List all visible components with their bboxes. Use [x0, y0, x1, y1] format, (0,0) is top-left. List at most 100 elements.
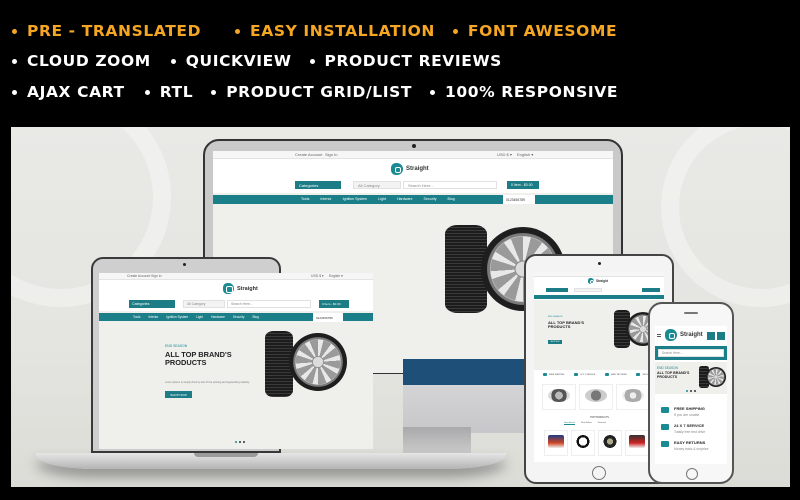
truck-icon — [542, 373, 547, 376]
feature-row-1: PRE - TRANSLATED EASY INSTALLATION FONT … — [12, 21, 617, 41]
hero-eyebrow: END SEASON — [657, 366, 678, 370]
site-logo[interactable]: Straight — [391, 163, 429, 175]
nav-tools[interactable]: Tools — [301, 197, 309, 201]
create-account-link[interactable]: Create Account — [295, 152, 322, 157]
logo-icon — [391, 163, 403, 175]
cart-button[interactable]: 0 Item - $0.00 — [507, 181, 539, 189]
categories-button[interactable]: Categories — [129, 300, 175, 308]
hero-eyebrow: END SEASON — [165, 344, 188, 348]
bullet-icon — [452, 28, 458, 34]
service-24x7: 24 X 7 SERVICE — [574, 373, 595, 376]
site-logo[interactable]: Straight — [588, 278, 608, 285]
feature-row-2: CLOUD ZOOM QUICKVIEW PRODUCT REVIEWS — [12, 51, 502, 71]
bullet-icon — [235, 28, 241, 34]
nav-hardware[interactable]: Hardware — [397, 197, 413, 201]
product-card[interactable] — [571, 430, 595, 456]
category-card[interactable] — [579, 384, 613, 410]
laptop-screen: Create Account Sign In USD $ ▾ English ▾… — [99, 273, 373, 449]
service-easy-returns: EASY RETURNS — [605, 373, 627, 376]
categories-button[interactable]: Categories — [295, 181, 341, 189]
nav-ignition-system[interactable]: Ignition System — [343, 197, 368, 201]
smartphone: Straight Search Here... END SEASON ALL T… — [648, 302, 734, 484]
sign-in-link[interactable]: Sign In — [325, 152, 337, 157]
tab-featured[interactable]: Featured — [598, 422, 606, 425]
logo-icon — [223, 283, 234, 294]
slider-dot[interactable] — [239, 441, 241, 443]
category-card[interactable] — [542, 384, 576, 410]
laptop: Create Account Sign In USD $ ▾ English ▾… — [91, 257, 373, 453]
product-card[interactable] — [598, 430, 622, 456]
slider-dot[interactable] — [235, 441, 237, 443]
cart-button[interactable]: 0 Item - $0.00 — [319, 300, 349, 308]
nav-items: Tools Interior Ignition System Light Har… — [301, 197, 455, 201]
nav-blog[interactable]: Blog — [252, 315, 258, 319]
cart-button[interactable] — [717, 332, 725, 340]
slider-dot[interactable] — [694, 390, 696, 392]
nav-ignition-system[interactable]: Ignition System — [166, 315, 188, 319]
nav-tools[interactable]: Tools — [133, 315, 140, 319]
mobile-search-input[interactable]: Search Here... — [658, 349, 724, 357]
tablet-screen: Straight END SEASON ALL TOP BRAND'S PROD… — [534, 272, 664, 462]
language-select[interactable]: English ▾ — [329, 274, 343, 278]
categories-button[interactable] — [546, 288, 568, 292]
service-free-shipping: FREE SHIPPING If you are unable — [661, 406, 705, 417]
services-row: FREE SHIPPING 24 X 7 SERVICE EASY RETURN… — [538, 373, 660, 376]
product-image — [584, 388, 608, 402]
bullet-icon — [12, 28, 17, 34]
logo-icon — [588, 278, 595, 285]
service-24x7: 24 X 7 SERVICE Totally free test drive — [661, 423, 705, 434]
cart-button[interactable] — [642, 288, 660, 292]
nav-light[interactable]: Light — [378, 197, 386, 201]
slider-dots — [235, 441, 245, 443]
product-card[interactable] — [544, 430, 568, 456]
nav-light[interactable]: Light — [196, 315, 203, 319]
tab-new-arrivals[interactable]: New Arrivals — [564, 422, 576, 425]
search-input[interactable]: Search Here... — [403, 181, 497, 189]
shop-now-button[interactable]: SHOP NOW — [165, 391, 192, 398]
hero-title: ALL TOP BRAND'S PRODUCTS — [548, 320, 585, 330]
shop-now-button[interactable]: SHOP NOW — [548, 340, 562, 344]
menu-icon[interactable] — [657, 334, 661, 337]
site-logo[interactable]: Straight — [665, 329, 703, 341]
bullet-icon — [144, 89, 150, 95]
nav-security[interactable]: Security — [424, 197, 437, 201]
currency-select[interactable]: USD $ ▾ — [497, 152, 512, 157]
site-logo[interactable]: Straight — [223, 283, 258, 294]
nav-hardware[interactable]: Hardware — [211, 315, 225, 319]
language-select[interactable]: English ▾ — [517, 152, 533, 157]
feature-font-awesome: FONT AWESOME — [452, 22, 617, 40]
bullet-icon — [170, 58, 176, 64]
wheel-spokes — [706, 367, 726, 387]
logo-row: Straight — [213, 159, 613, 179]
bullet-icon — [309, 58, 315, 64]
nav-interior[interactable]: Interior — [148, 315, 158, 319]
nav-security[interactable]: Security — [233, 315, 245, 319]
slider-dot[interactable] — [243, 441, 245, 443]
feature-responsive: 100% RESPONSIVE — [430, 83, 618, 101]
currency-select[interactable]: USD $ ▾ — [311, 274, 324, 278]
account-button[interactable] — [707, 332, 715, 340]
slider-dot[interactable] — [686, 390, 688, 392]
main-nav — [534, 295, 664, 299]
category-grid — [542, 384, 650, 410]
category-card[interactable] — [616, 384, 650, 410]
tab-best-sellers[interactable]: Best Sellers — [581, 422, 592, 425]
hero-banner: END SEASON ALL TOP BRAND'S PRODUCTS — [655, 362, 727, 394]
search-bar: Search Here... — [655, 346, 727, 360]
nav-blog[interactable]: Blog — [448, 197, 455, 201]
product-card[interactable] — [625, 430, 649, 456]
hero-banner: END SEASON ALL TOP BRAND'S PRODUCTS Lore… — [99, 321, 373, 449]
site-topbar — [534, 272, 664, 277]
category-select[interactable]: All Category — [183, 300, 225, 308]
hero-eyebrow: END SEASON — [548, 316, 563, 318]
feature-ajax-cart: AJAX CART — [12, 83, 125, 101]
search-input[interactable]: Search Here... — [227, 300, 311, 308]
nav-interior[interactable]: Interior — [320, 197, 331, 201]
sign-in-link[interactable]: Sign In — [151, 274, 162, 278]
bullet-icon — [430, 89, 436, 95]
category-select[interactable]: All Category — [353, 181, 401, 189]
category-select[interactable] — [574, 288, 602, 292]
create-account-link[interactable]: Create Account — [127, 274, 150, 278]
slider-dot[interactable] — [690, 390, 692, 392]
lock-icon — [636, 373, 641, 376]
